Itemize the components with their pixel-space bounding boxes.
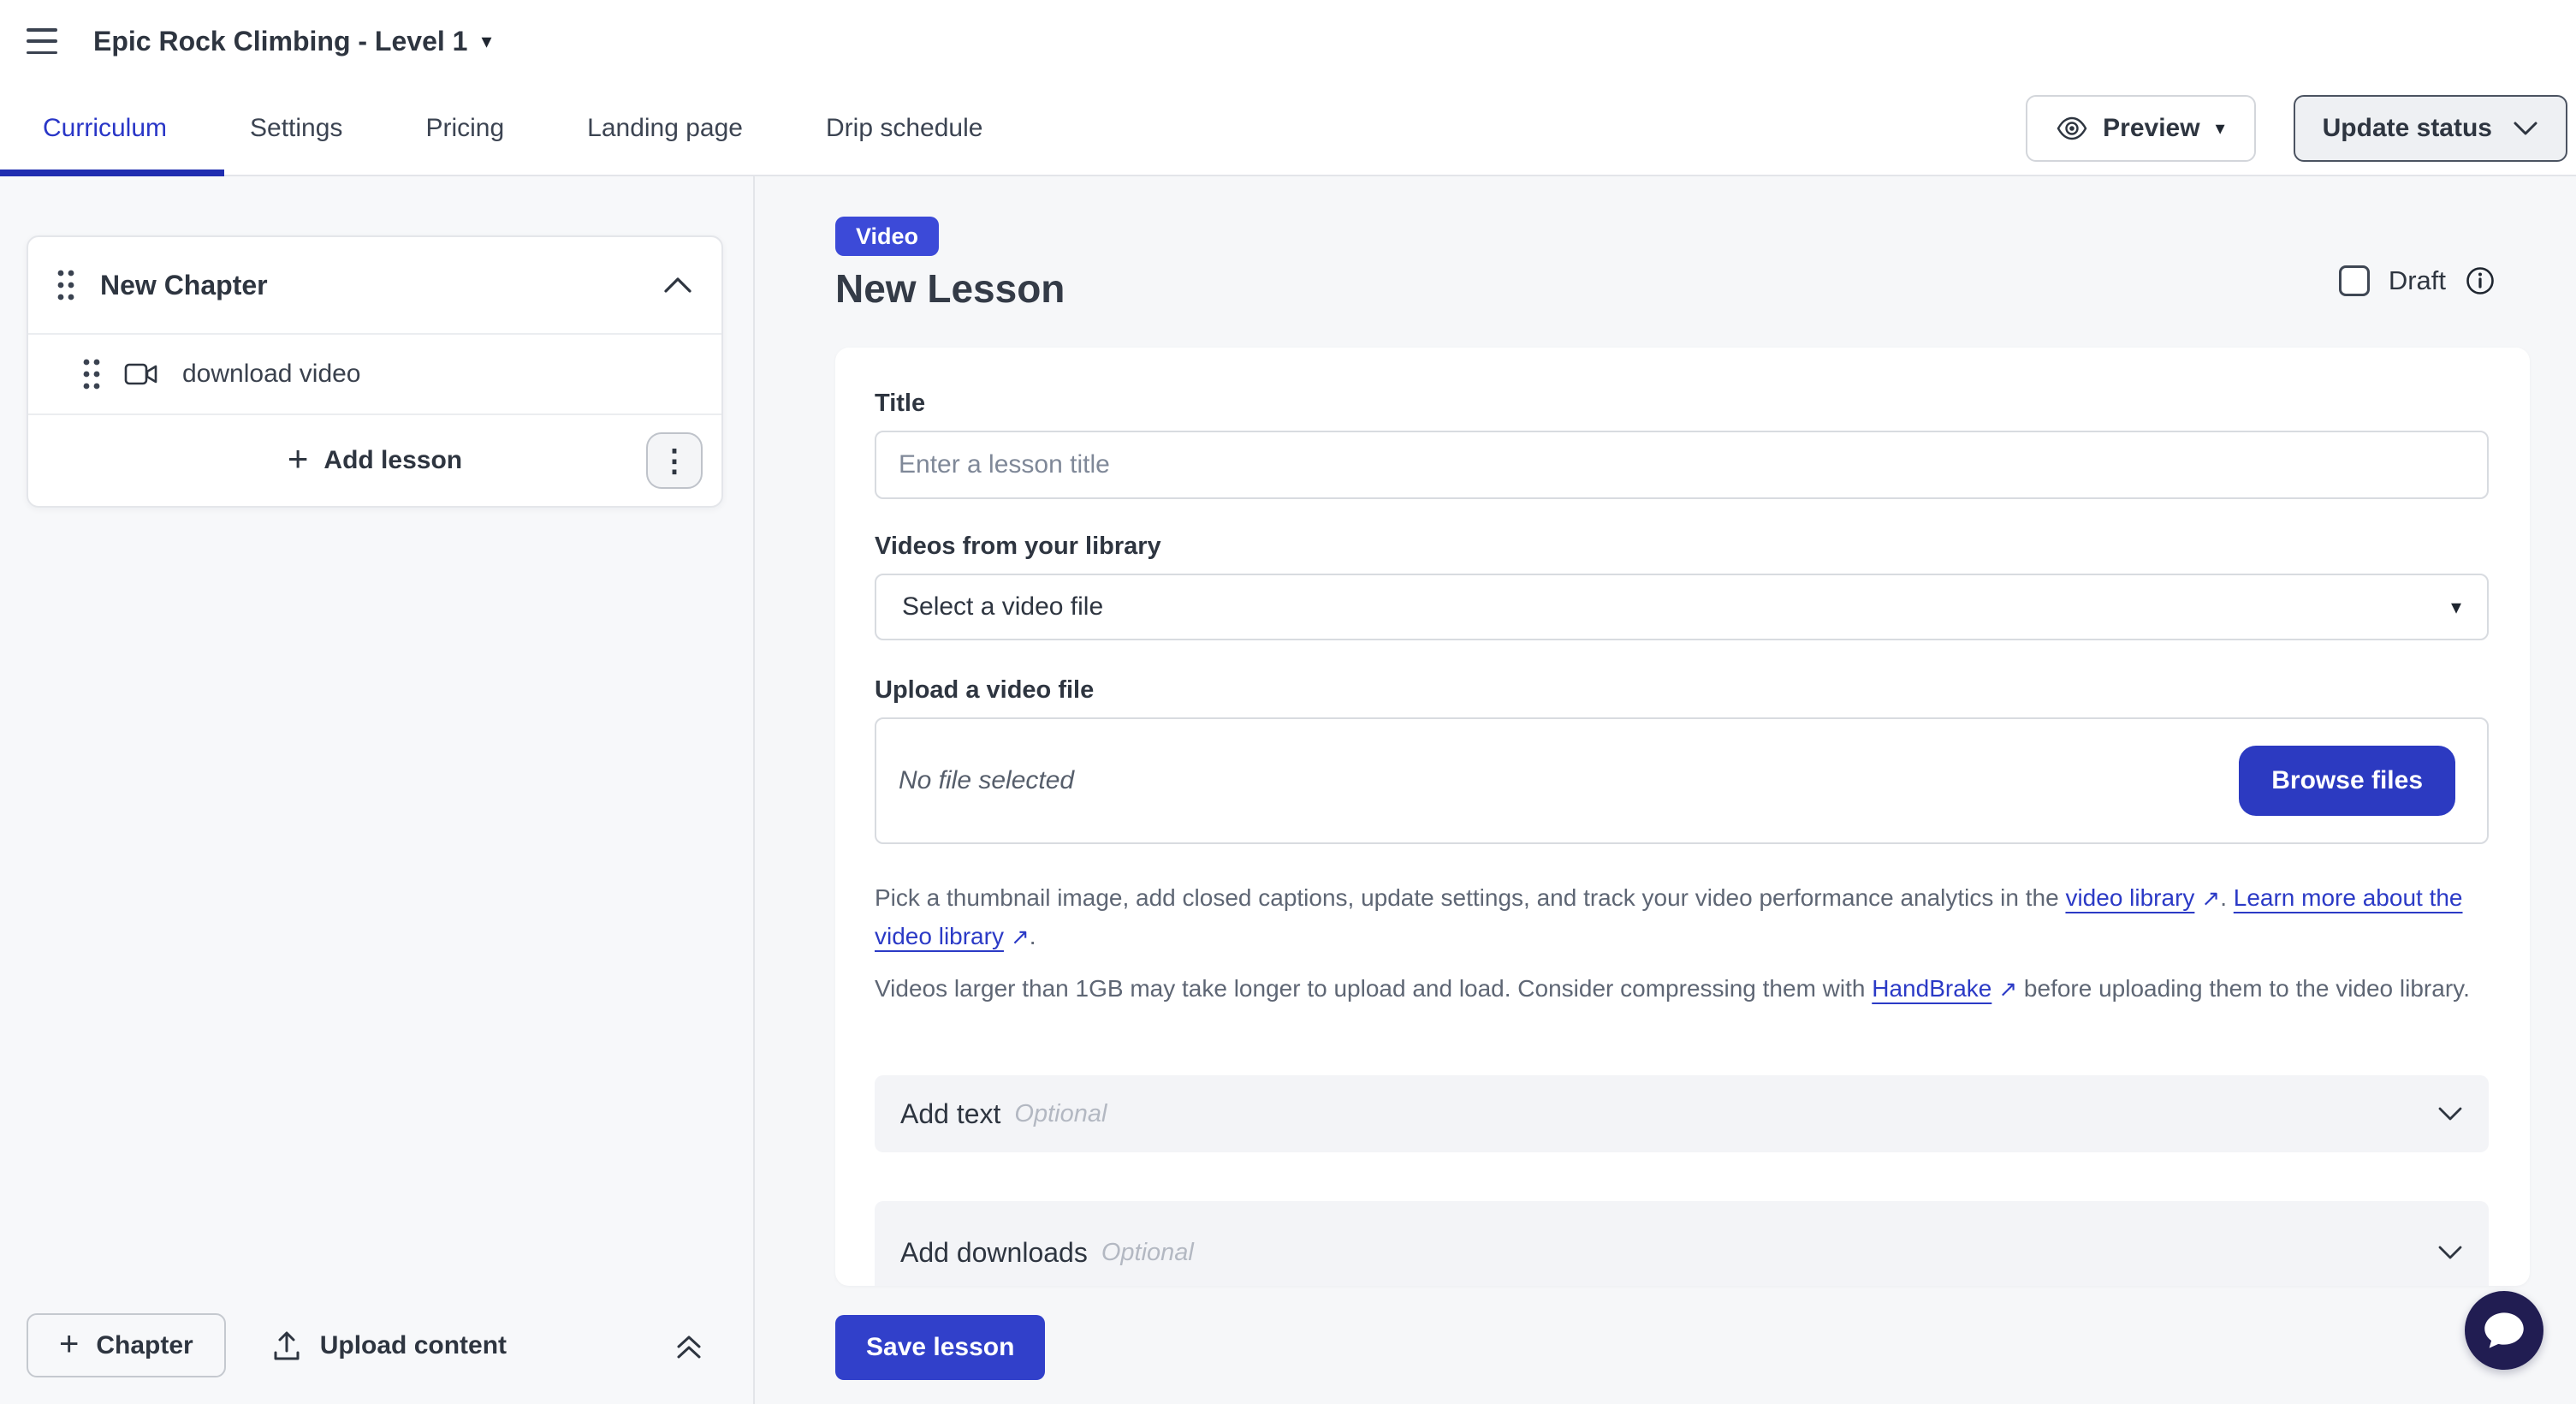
lesson-editor: Video New Lesson Draft Title Videos from… [755,176,2576,1404]
add-text-accordion[interactable]: Add text Optional [875,1075,2489,1152]
upload-help-text: Pick a thumbnail image, add closed capti… [875,878,2492,956]
preview-button[interactable]: Preview ▾ [2026,95,2255,162]
add-chapter-button[interactable]: + Chapter [27,1313,226,1377]
draft-label: Draft [2389,265,2446,296]
lesson-title: download video [182,360,361,389]
active-tab-underline [0,170,224,176]
tab-drip-schedule[interactable]: Drip schedule [826,114,982,143]
add-text-label: Add text [900,1098,1000,1130]
no-file-text: No file selected [899,766,1074,795]
update-status-label: Update status [2323,114,2492,143]
optional-label: Optional [1101,1239,1194,1267]
eye-icon [2057,116,2087,140]
inline-link[interactable]: HandBrake↗ [1872,975,2017,1002]
chevron-down-icon [2437,1245,2463,1260]
chat-widget-button[interactable] [2465,1291,2543,1370]
lesson-row[interactable]: download video [28,335,721,413]
lesson-type-badge: Video [835,217,939,256]
tab-settings[interactable]: Settings [250,114,342,143]
tabbar: Curriculum Settings Pricing Landing page… [0,82,2576,176]
collapse-all-icon[interactable] [674,1331,703,1360]
add-chapter-label: Chapter [96,1331,193,1360]
external-link-icon: ↗ [2201,880,2220,916]
chapter-card: New Chapter download video [27,235,723,508]
chevron-up-icon[interactable] [663,277,692,294]
title-label: Title [875,390,925,418]
upload-icon [272,1330,301,1361]
chevron-down-icon [2513,121,2538,136]
chapter-title: New Chapter [100,270,268,301]
external-link-icon: ↗ [1011,919,1030,955]
hamburger-menu-icon[interactable] [27,28,57,54]
plus-icon: + [288,441,309,477]
sidebar-footer: + Chapter Upload content [27,1313,723,1377]
preview-button-label: Preview [2103,114,2199,143]
info-icon[interactable] [2465,265,2496,296]
preview-caret-icon: ▾ [2216,117,2225,140]
chapter-footer: + Add lesson ⋮ [28,415,721,506]
tab-actions: Preview ▾ Update status [2026,95,2576,162]
upload-content-button[interactable]: Upload content [272,1330,507,1361]
course-title[interactable]: Epic Rock Climbing - Level 1 [93,26,467,57]
compression-help-text: Videos larger than 1GB may take longer t… [875,969,2492,1008]
plus-icon: + [59,1327,79,1361]
app-window: Epic Rock Climbing - Level 1 ▾ Curriculu… [0,0,2576,1404]
tab-list: Curriculum Settings Pricing Landing page… [0,114,982,143]
tab-pricing[interactable]: Pricing [425,114,504,143]
chapter-header[interactable]: New Chapter [28,237,721,333]
lesson-form-card: Title Videos from your library Select a … [835,348,2530,1286]
external-link-icon: ↗ [1998,971,2017,1007]
video-camera-icon [124,362,158,386]
add-downloads-label: Add downloads [900,1237,1088,1269]
add-lesson-button[interactable]: + Add lesson [288,444,462,477]
draft-toggle-group: Draft [2339,265,2496,296]
inline-link[interactable]: Learn more about the video library↗ [875,884,2463,949]
course-title-caret-icon[interactable]: ▾ [481,29,491,54]
inline-link[interactable]: video library↗ [2065,884,2220,911]
drag-handle-icon[interactable] [57,269,74,301]
curriculum-sidebar: New Chapter download video [0,176,755,1404]
add-lesson-label: Add lesson [323,446,462,475]
select-value: Select a video file [902,592,1103,622]
select-caret-icon: ▾ [2451,595,2461,620]
file-upload-box: No file selected Browse files [875,717,2489,844]
save-lesson-button[interactable]: Save lesson [835,1315,1045,1380]
video-library-select[interactable]: Select a video file ▾ [875,574,2489,640]
optional-label: Optional [1014,1100,1107,1128]
chevron-down-icon [2437,1106,2463,1121]
browse-files-button[interactable]: Browse files [2239,746,2455,816]
upload-label: Upload a video file [875,676,1094,705]
kebab-icon: ⋮ [659,443,690,479]
update-status-button[interactable]: Update status [2294,95,2567,162]
tab-landing-page[interactable]: Landing page [587,114,743,143]
add-downloads-accordion[interactable]: Add downloads Optional [875,1201,2489,1286]
library-label: Videos from your library [875,532,1161,561]
topbar: Epic Rock Climbing - Level 1 ▾ [0,0,2576,82]
tab-curriculum[interactable]: Curriculum [43,114,167,143]
upload-content-label: Upload content [320,1331,507,1360]
chat-bubble-icon [2482,1309,2526,1352]
draft-checkbox[interactable] [2339,265,2370,296]
drag-handle-icon[interactable] [83,358,100,390]
lesson-heading: New Lesson [835,265,1065,312]
chapter-options-button[interactable]: ⋮ [646,432,703,489]
lesson-title-input[interactable] [875,431,2489,499]
